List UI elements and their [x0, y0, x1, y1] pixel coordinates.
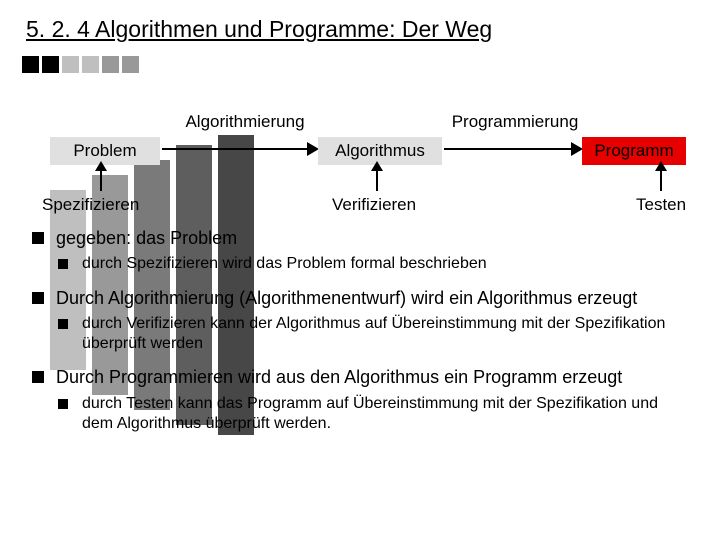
sub-label-spezifizieren: Spezifizieren — [42, 195, 139, 215]
slide-title: 5. 2. 4 Algorithmen und Programme: Der W… — [0, 0, 720, 57]
bullet-2: Durch Algorithmierung (Algorithmenentwur… — [30, 287, 690, 355]
bullet-1: gegeben: das Problem durch Spezifizieren… — [30, 227, 690, 275]
arrow-line-1 — [162, 148, 310, 150]
bullet-3a: durch Testen kann das Programm auf Übere… — [56, 394, 690, 435]
sub-label-testen: Testen — [636, 195, 686, 215]
up-arrow-verifizieren — [376, 167, 378, 191]
decoration-squares — [22, 56, 139, 73]
edge-label-programmierung: Programmierung — [445, 112, 585, 132]
bullet-1-text: gegeben: das Problem — [56, 228, 237, 248]
node-programm: Programm — [582, 137, 686, 165]
bullet-3-text: Durch Programmieren wird aus den Algorit… — [56, 367, 622, 387]
bullet-2-text: Durch Algorithmierung (Algorithmenentwur… — [56, 288, 637, 308]
sub-label-verifizieren: Verifizieren — [332, 195, 416, 215]
up-arrow-testen — [660, 167, 662, 191]
bullet-content: gegeben: das Problem durch Spezifizieren… — [0, 227, 720, 434]
bullet-3: Durch Programmieren wird aus den Algorit… — [30, 366, 690, 434]
arrow-line-2 — [444, 148, 574, 150]
bullet-1a: durch Spezifizieren wird das Problem for… — [56, 254, 690, 274]
up-arrow-spezifizieren — [100, 167, 102, 191]
edge-label-algorithmierung: Algorithmierung — [170, 112, 320, 132]
bullet-2a: durch Verifizieren kann der Algorithmus … — [56, 314, 690, 355]
process-diagram: Algorithmierung Programmierung Problem A… — [0, 87, 720, 227]
